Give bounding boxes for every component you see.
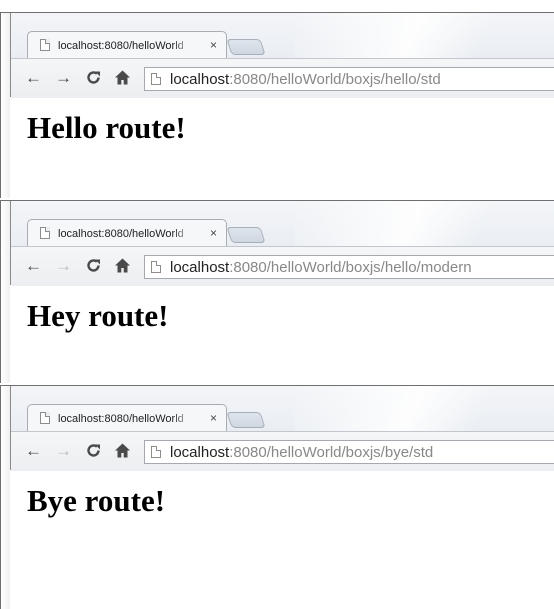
tab-title: localhost:8080/helloWorld <box>58 40 184 52</box>
new-tab-button[interactable] <box>226 227 266 243</box>
url-path: :8080/helloWorld/boxjs/hello/std <box>229 71 441 88</box>
browser-window-2: localhost:8080/helloWorld × ← → localhos… <box>0 200 554 383</box>
page-icon <box>151 261 161 273</box>
forward-arrow-icon[interactable]: → <box>55 257 72 275</box>
home-icon[interactable] <box>114 442 131 459</box>
browser-tab[interactable]: localhost:8080/helloWorld × <box>27 31 227 59</box>
url-host: localhost <box>170 444 230 461</box>
forward-arrow-icon[interactable]: → <box>55 442 72 460</box>
window-edge <box>1 386 10 609</box>
url-text[interactable]: localhost:8080/helloWorld/boxjs/bye/std <box>170 444 433 461</box>
page-icon <box>40 39 50 51</box>
browser-tab[interactable]: localhost:8080/helloWorld × <box>27 404 227 432</box>
page-heading: Hello route! <box>27 110 186 145</box>
home-icon[interactable] <box>114 69 131 86</box>
page-icon <box>40 227 50 239</box>
page-content: Hello route! <box>11 98 554 198</box>
page-icon <box>40 412 50 424</box>
address-bar[interactable]: localhost:8080/helloWorld/boxjs/hello/st… <box>144 67 554 91</box>
close-icon[interactable]: × <box>210 225 217 241</box>
back-arrow-icon[interactable]: ← <box>25 69 42 87</box>
url-text[interactable]: localhost:8080/helloWorld/boxjs/hello/st… <box>170 71 441 88</box>
new-tab-button[interactable] <box>226 412 266 428</box>
page-content: Hey route! <box>11 286 554 383</box>
page-icon <box>151 73 161 85</box>
reload-icon[interactable] <box>85 442 102 459</box>
page-heading: Hey route! <box>27 298 169 333</box>
url-host: localhost <box>170 71 230 88</box>
page-heading: Bye route! <box>27 483 166 518</box>
page-content: Bye route! <box>11 471 554 609</box>
address-bar[interactable]: localhost:8080/helloWorld/boxjs/hello/mo… <box>144 255 554 279</box>
url-host: localhost <box>170 259 230 276</box>
reload-icon[interactable] <box>85 257 102 274</box>
window-edge <box>1 201 10 383</box>
forward-arrow-icon[interactable]: → <box>55 69 72 87</box>
toolbar: ← → localhost:8080/helloWorld/boxjs/hell… <box>11 58 554 99</box>
url-path: :8080/helloWorld/boxjs/hello/modern <box>229 259 472 276</box>
tab-title: localhost:8080/helloWorld <box>58 228 184 240</box>
url-path: :8080/helloWorld/boxjs/bye/std <box>229 444 434 461</box>
close-icon[interactable]: × <box>210 37 217 53</box>
back-arrow-icon[interactable]: ← <box>25 442 42 460</box>
home-icon[interactable] <box>114 257 131 274</box>
browser-window-3: localhost:8080/helloWorld × ← → localhos… <box>0 385 554 609</box>
tab-title: localhost:8080/helloWorld <box>58 413 184 425</box>
window-edge <box>1 13 10 198</box>
page-icon <box>151 446 161 458</box>
close-icon[interactable]: × <box>210 410 217 426</box>
address-bar[interactable]: localhost:8080/helloWorld/boxjs/bye/std <box>144 440 554 464</box>
toolbar: ← → localhost:8080/helloWorld/boxjs/bye/… <box>11 431 554 472</box>
browser-tab[interactable]: localhost:8080/helloWorld × <box>27 219 227 247</box>
browser-window-1: localhost:8080/helloWorld × ← → localhos… <box>0 12 554 198</box>
new-tab-button[interactable] <box>226 39 266 55</box>
back-arrow-icon[interactable]: ← <box>25 257 42 275</box>
url-text[interactable]: localhost:8080/helloWorld/boxjs/hello/mo… <box>170 259 472 276</box>
toolbar: ← → localhost:8080/helloWorld/boxjs/hell… <box>11 246 554 287</box>
reload-icon[interactable] <box>85 69 102 86</box>
